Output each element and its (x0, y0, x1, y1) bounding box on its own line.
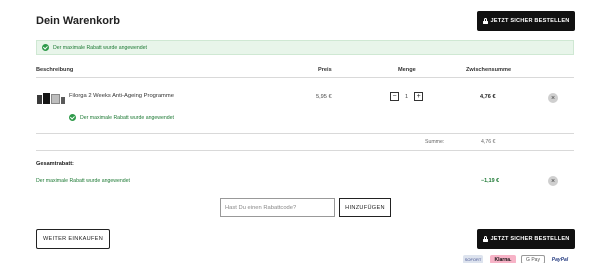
payment-logo-klarna: Klarna. (490, 255, 516, 263)
item-discount-text: Der maximale Rabatt wurde angewendet (80, 114, 175, 121)
discount-notice-text: Der maximale Rabatt wurde angewendet (53, 44, 148, 51)
item-price: 5,95 € (316, 94, 332, 100)
divider (36, 133, 574, 134)
check-circle-icon (69, 114, 76, 121)
total-discount-text: Der maximale Rabatt wurde angewendet (36, 178, 131, 184)
product-image[interactable] (37, 93, 65, 104)
sum-value: 4,76 € (481, 139, 496, 145)
remove-item-button[interactable]: × (548, 93, 558, 103)
check-circle-icon (42, 44, 49, 51)
sum-label: Summe: (425, 139, 445, 145)
quantity-stepper: − 1 + (390, 92, 424, 101)
payment-logo-sofort: SOFORT (463, 255, 483, 263)
payment-logo-paypal: PayPal (551, 256, 569, 263)
item-subtotal: 4,76 € (480, 94, 496, 100)
lock-icon (482, 18, 488, 24)
coupon-code-input[interactable] (220, 198, 335, 217)
discount-notice-banner: Der maximale Rabatt wurde angewendet (36, 40, 574, 55)
checkout-button-label: JETZT SICHER BESTELLEN (490, 18, 570, 24)
remove-discount-button[interactable]: × (548, 176, 558, 186)
total-discount-value: −1,19 € (481, 178, 500, 184)
divider (36, 150, 574, 151)
quantity-value[interactable]: 1 (405, 94, 408, 100)
continue-shopping-button[interactable]: WEITER EINKAUFEN (36, 229, 110, 249)
column-header-price: Preis (318, 67, 332, 73)
column-header-subtotal: Zwischensumme (466, 67, 512, 73)
item-discount-note: Der maximale Rabatt wurde angewendet (69, 114, 174, 121)
apply-coupon-button[interactable]: HINZUFÜGEN (339, 198, 391, 217)
page-title: Dein Warenkorb (36, 15, 120, 27)
product-name-link[interactable]: Filorga 2 Weeks Anti-Ageing Programme (69, 93, 174, 99)
checkout-button-top[interactable]: JETZT SICHER BESTELLEN (477, 11, 575, 31)
divider (36, 77, 574, 78)
payment-logo-gpay: G Pay (521, 255, 545, 263)
increase-quantity-button[interactable]: + (414, 92, 424, 101)
lock-icon (482, 236, 488, 242)
column-header-description: Beschreibung (36, 67, 74, 73)
checkout-button-bottom[interactable]: JETZT SICHER BESTELLEN (477, 229, 575, 249)
decrease-quantity-button[interactable]: − (390, 92, 399, 101)
column-header-quantity: Menge (398, 67, 416, 73)
checkout-button-label: JETZT SICHER BESTELLEN (490, 236, 570, 242)
total-discount-label: Gesamtrabatt: (36, 161, 74, 167)
